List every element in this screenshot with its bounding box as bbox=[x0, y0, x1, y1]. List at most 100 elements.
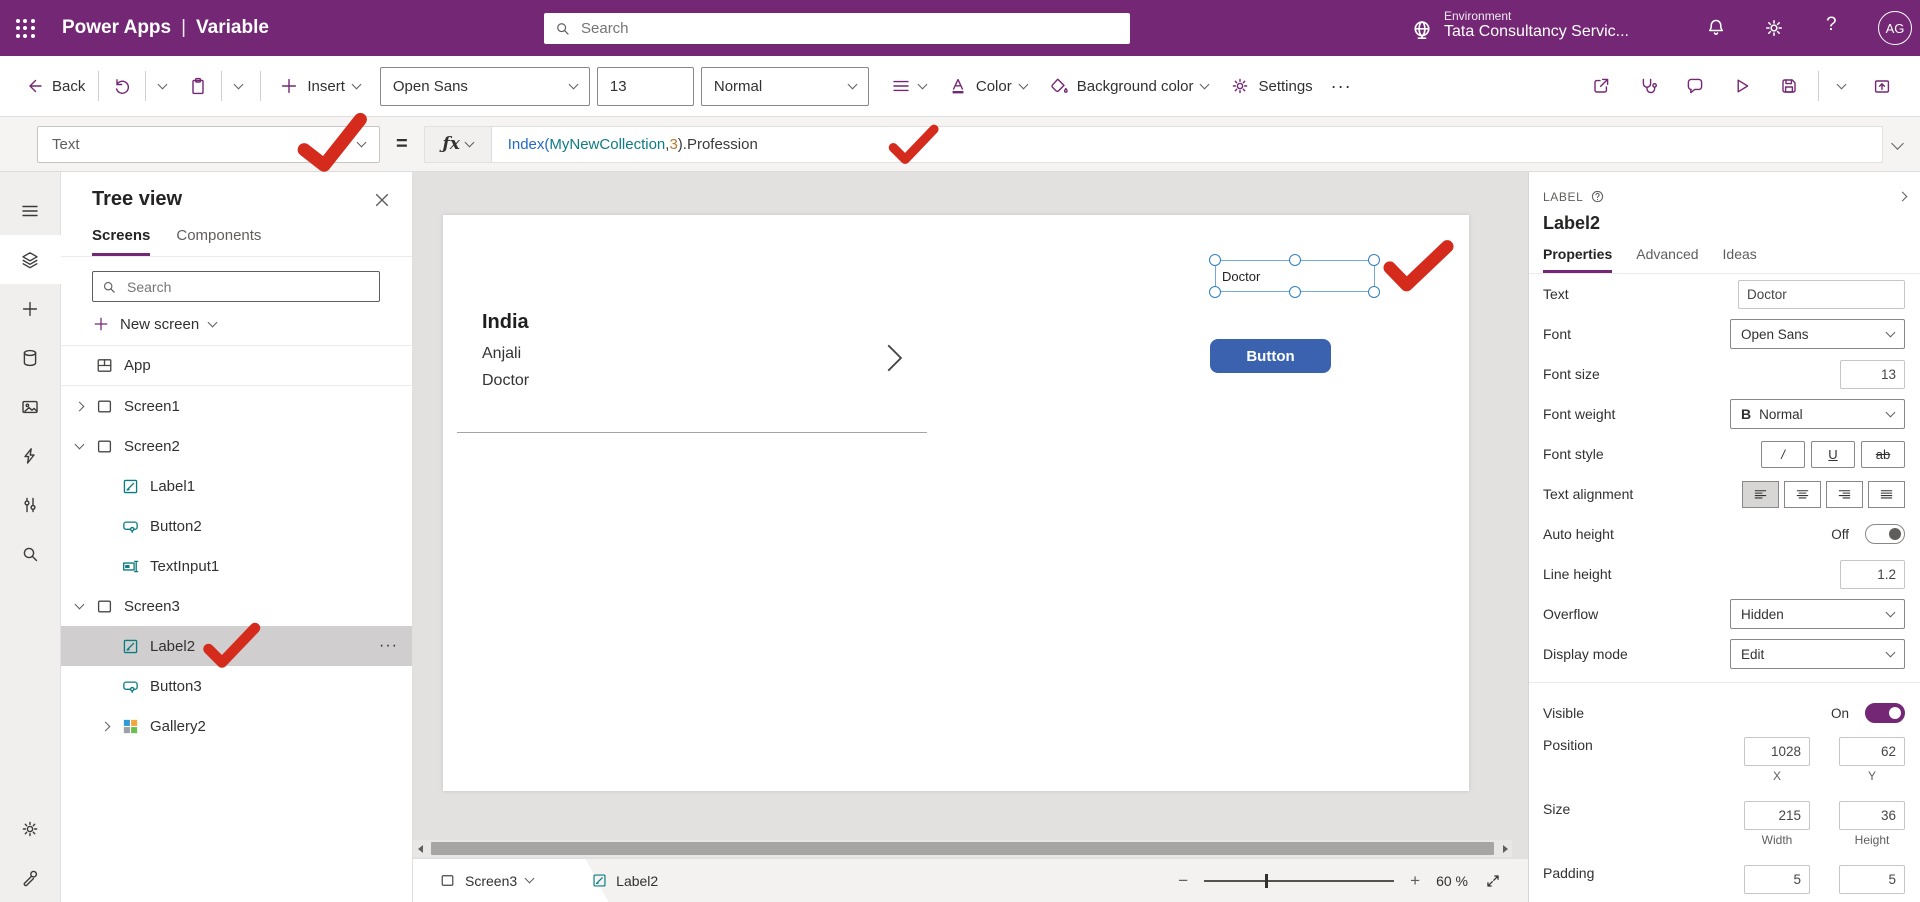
scroll-left-arrow-icon[interactable] bbox=[413, 840, 427, 857]
environment-picker[interactable]: Environment Tata Consultancy Servic... bbox=[1410, 8, 1629, 42]
padding-value-0-input[interactable]: 5 bbox=[1744, 865, 1810, 894]
comments-icon[interactable] bbox=[1685, 76, 1705, 96]
more-commands-button[interactable]: ··· bbox=[1331, 76, 1352, 97]
align-right-button[interactable] bbox=[1826, 480, 1863, 508]
rail-item-variables[interactable] bbox=[0, 480, 61, 529]
fx-menu[interactable]: ƒx bbox=[424, 126, 492, 162]
undo-button[interactable] bbox=[112, 76, 132, 96]
formula-expand-button[interactable] bbox=[1891, 135, 1904, 153]
notifications-bell-icon[interactable] bbox=[1705, 17, 1727, 39]
canvas-button-control[interactable]: Button bbox=[1210, 339, 1331, 373]
avatar[interactable]: AG bbox=[1878, 11, 1912, 45]
undo-menu-button[interactable] bbox=[157, 79, 168, 89]
font-select[interactable]: Open Sans bbox=[1730, 319, 1905, 349]
paste-menu-button[interactable] bbox=[233, 79, 244, 89]
screen-canvas[interactable]: India Anjali Doctor Doctor Button bbox=[443, 215, 1469, 791]
visible-toggle[interactable] bbox=[1865, 703, 1905, 723]
property-selector[interactable]: Text bbox=[37, 125, 380, 163]
help-icon[interactable]: ? bbox=[1826, 14, 1837, 36]
tree-item-app[interactable]: App bbox=[61, 346, 412, 386]
tab-screens[interactable]: Screens bbox=[92, 227, 151, 256]
breadcrumb-screen[interactable]: Screen3 bbox=[439, 872, 535, 889]
rail-item-insert[interactable] bbox=[0, 284, 61, 333]
share-icon[interactable] bbox=[1591, 76, 1611, 96]
font-style-underline-button[interactable]: U bbox=[1811, 440, 1855, 468]
tab-components[interactable]: Components bbox=[176, 227, 261, 256]
tab-ideas[interactable]: Ideas bbox=[1723, 246, 1757, 273]
chevron-right-icon[interactable] bbox=[99, 721, 121, 731]
global-search[interactable] bbox=[544, 13, 1130, 44]
tree-item-label2[interactable]: Label2 ··· bbox=[61, 626, 412, 666]
resize-handle[interactable] bbox=[1368, 254, 1380, 266]
tree-item-screen1[interactable]: Screen1 bbox=[61, 386, 412, 426]
rail-item-menu[interactable] bbox=[0, 186, 61, 235]
position-y-input[interactable]: 62 bbox=[1839, 737, 1905, 766]
waffle-menu-button[interactable] bbox=[0, 0, 50, 56]
rail-item-advanced-tools[interactable] bbox=[0, 853, 61, 902]
tree-item-button2[interactable]: Button2 bbox=[61, 506, 412, 546]
resize-handle[interactable] bbox=[1289, 254, 1301, 266]
tree-search-input[interactable] bbox=[125, 277, 371, 296]
back-button[interactable]: Back bbox=[24, 76, 85, 96]
align-justify-button[interactable] bbox=[1868, 480, 1905, 508]
font-style-strikethrough-button[interactable]: ab bbox=[1861, 440, 1905, 468]
tree-item-gallery2[interactable]: Gallery2 bbox=[61, 706, 412, 746]
save-menu-chevron-icon[interactable] bbox=[1836, 79, 1847, 89]
selected-label-control[interactable]: Doctor bbox=[1209, 254, 1380, 298]
size-height-input[interactable]: 36 bbox=[1839, 801, 1905, 830]
rail-item-settings[interactable] bbox=[0, 804, 61, 853]
line-height-input[interactable]: 1.2 bbox=[1840, 559, 1905, 589]
tree-item-label1[interactable]: Label1 bbox=[61, 466, 412, 506]
zoom-slider[interactable] bbox=[1204, 873, 1395, 888]
resize-handle[interactable] bbox=[1368, 286, 1380, 298]
app-checker-icon[interactable] bbox=[1638, 76, 1658, 96]
breadcrumb-control[interactable]: Label2 bbox=[591, 872, 658, 889]
size-width-input[interactable]: 215 bbox=[1744, 801, 1810, 830]
publish-icon[interactable] bbox=[1872, 76, 1892, 96]
text-color-button[interactable]: Color bbox=[948, 76, 1029, 96]
rail-item-tree-view[interactable] bbox=[0, 235, 61, 284]
tab-properties[interactable]: Properties bbox=[1543, 246, 1613, 273]
chevron-down-icon[interactable] bbox=[73, 439, 95, 449]
chevron-down-icon[interactable] bbox=[73, 599, 95, 609]
tree-item-screen2[interactable]: Screen2 bbox=[61, 426, 412, 466]
align-left-button[interactable] bbox=[1742, 480, 1779, 508]
tree-item-screen3[interactable]: Screen3 bbox=[61, 586, 412, 626]
background-color-button[interactable]: Background color bbox=[1049, 76, 1210, 96]
auto-height-toggle[interactable] bbox=[1865, 524, 1905, 544]
display-mode-select[interactable]: Edit bbox=[1730, 639, 1905, 669]
new-screen-button[interactable]: New screen bbox=[61, 302, 412, 346]
tree-item-textinput1[interactable]: TextInput1 bbox=[61, 546, 412, 586]
preview-play-icon[interactable] bbox=[1732, 76, 1752, 96]
padding-value-1-input[interactable]: 5 bbox=[1839, 865, 1905, 894]
position-x-input[interactable]: 1028 bbox=[1744, 737, 1810, 766]
text-input[interactable]: Doctor bbox=[1738, 279, 1905, 309]
rail-item-data[interactable] bbox=[0, 333, 61, 382]
font-size-input[interactable]: 13 bbox=[596, 66, 694, 106]
gallery-profession-text[interactable]: Doctor bbox=[482, 372, 529, 390]
text-alignment-button[interactable] bbox=[891, 76, 928, 96]
save-icon[interactable] bbox=[1779, 76, 1799, 96]
gallery-country-text[interactable]: India bbox=[482, 311, 529, 334]
font-weight-select[interactable]: Normal bbox=[700, 66, 869, 106]
zoom-in-button[interactable]: + bbox=[1410, 871, 1420, 891]
settings-button[interactable]: Settings bbox=[1230, 76, 1313, 96]
resize-handle[interactable] bbox=[1209, 254, 1221, 266]
rail-item-search[interactable] bbox=[0, 529, 61, 578]
chevron-right-icon[interactable] bbox=[73, 401, 95, 411]
resize-handle[interactable] bbox=[1209, 286, 1221, 298]
font-weight-select[interactable]: B Normal bbox=[1730, 399, 1905, 429]
rail-item-media[interactable] bbox=[0, 382, 61, 431]
font-style-italic-button[interactable]: / bbox=[1761, 440, 1805, 468]
panel-collapse-chevron-icon[interactable] bbox=[1897, 191, 1908, 202]
tree-search[interactable] bbox=[92, 271, 380, 302]
horizontal-scrollbar[interactable] bbox=[413, 840, 1512, 857]
formula-field[interactable]: ƒx Index(MyNewCollection,3).Profession bbox=[423, 125, 1883, 163]
formula-text[interactable]: Index(MyNewCollection,3).Profession bbox=[492, 135, 758, 153]
scrollbar-thumb[interactable] bbox=[431, 842, 1494, 855]
align-center-button[interactable] bbox=[1784, 480, 1821, 508]
fit-to-window-icon[interactable] bbox=[1484, 872, 1502, 890]
close-icon[interactable] bbox=[372, 190, 392, 210]
insert-button[interactable]: Insert bbox=[279, 76, 362, 96]
gallery-next-arrow-icon[interactable] bbox=[881, 343, 907, 373]
